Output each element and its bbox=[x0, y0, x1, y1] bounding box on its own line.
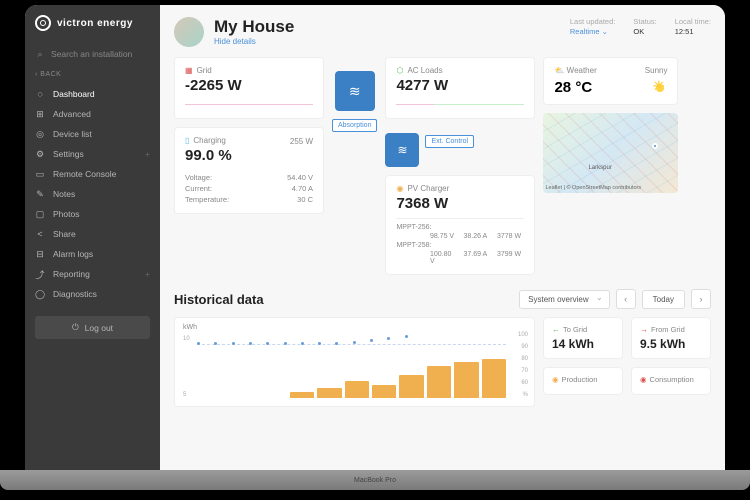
charger-icon[interactable]: ≋ bbox=[385, 133, 419, 167]
map-pin-icon bbox=[652, 143, 658, 149]
location-map[interactable]: Larkspur Leaflet | © OpenStreetMap contr… bbox=[543, 113, 678, 193]
sidebar-item-diagnostics[interactable]: ◯Diagnostics bbox=[25, 284, 160, 304]
weather-card[interactable]: ⛅ Weather Sunny 28 °C bbox=[543, 57, 678, 105]
sidebar-item-remote-console[interactable]: ▭Remote Console bbox=[25, 164, 160, 184]
sidebar-item-device-list[interactable]: ◎Device list bbox=[25, 124, 160, 144]
sun-icon bbox=[653, 81, 667, 95]
production-card[interactable]: ◉Production bbox=[543, 367, 623, 395]
search-icon: ⌕ bbox=[35, 49, 45, 59]
chart-bars bbox=[290, 348, 506, 398]
mppt-table: MPPT-256: 98.75 V38.26 A3778 W MPPT-258:… bbox=[396, 218, 524, 266]
chart-yaxis2: 10090807060% bbox=[510, 332, 528, 398]
sidebar-item-reporting[interactable]: ⤴Reporting+ bbox=[25, 264, 160, 284]
sidebar-item-settings[interactable]: ⚙Settings+ bbox=[25, 144, 160, 164]
weather-label: ⛅ Weather bbox=[554, 66, 596, 75]
to-grid-value: 14 kWh bbox=[552, 337, 614, 351]
photos-icon: ▢ bbox=[35, 209, 45, 219]
charging-card[interactable]: ▯Charging 255 W 99.0 % Voltage:54.40 V C… bbox=[174, 127, 324, 214]
weather-temp: 28 °C bbox=[554, 79, 592, 96]
charging-stats: Voltage:54.40 V Current:4.70 A Temperatu… bbox=[185, 172, 313, 205]
laptop-base: MacBook Pro bbox=[0, 470, 750, 490]
share-icon: < bbox=[35, 229, 45, 239]
ac-loads-card[interactable]: ⬡AC Loads 4277 W bbox=[385, 57, 535, 119]
ac-loads-value: 4277 W bbox=[396, 77, 524, 94]
grid-icon: ▦ bbox=[185, 66, 193, 75]
sidebar-item-share[interactable]: <Share bbox=[25, 224, 160, 244]
chart-line-series bbox=[197, 342, 413, 346]
chart-ylabel: kWh bbox=[183, 324, 197, 331]
installation-avatar[interactable] bbox=[174, 17, 204, 47]
last-updated-value: Realtime ⌄ bbox=[570, 27, 615, 36]
logout-button[interactable]: ⏻Log out bbox=[35, 316, 150, 339]
next-button[interactable]: › bbox=[691, 289, 711, 309]
pv-charger-card[interactable]: ◉PV Charger 7368 W MPPT-256: 98.75 V38.2… bbox=[385, 175, 535, 275]
map-attribution: Leaflet | © OpenStreetMap contributors bbox=[545, 185, 676, 191]
to-grid-card[interactable]: ←To Grid 14 kWh bbox=[543, 317, 623, 359]
sidebar-item-advanced[interactable]: ⊞Advanced bbox=[25, 104, 160, 124]
header-meta: Last updated:Realtime ⌄ Status:OK Local … bbox=[570, 17, 711, 36]
grid-value: -2265 W bbox=[185, 77, 313, 94]
ext-control-badge: Ext. Control bbox=[425, 135, 474, 148]
local-time-value: 12:51 bbox=[675, 27, 711, 36]
historical-title: Historical data bbox=[174, 292, 264, 307]
console-icon: ▭ bbox=[35, 169, 45, 179]
back-link[interactable]: ‹ BACK bbox=[25, 65, 160, 84]
consumption-icon: ◉ bbox=[640, 375, 647, 384]
ac-sparkline bbox=[396, 98, 524, 110]
advanced-icon: ⊞ bbox=[35, 109, 45, 119]
sidebar-item-notes[interactable]: ✎Notes bbox=[25, 184, 160, 204]
battery-icon: ▯ bbox=[185, 136, 189, 145]
arrow-left-icon: ← bbox=[552, 325, 560, 334]
main-content: My House Hide details Last updated:Realt… bbox=[160, 5, 725, 470]
diagnostics-icon: ◯ bbox=[35, 289, 45, 299]
history-chart[interactable]: kWh 105 10090807060% bbox=[174, 317, 535, 407]
brand-text: victron energy bbox=[57, 18, 133, 29]
expand-icon: + bbox=[145, 269, 150, 279]
settings-icon: ⚙ bbox=[35, 149, 45, 159]
pv-icon: ◉ bbox=[396, 184, 403, 193]
from-grid-card[interactable]: →From Grid 9.5 kWh bbox=[631, 317, 711, 359]
inverter-icon[interactable]: ≋ bbox=[335, 71, 375, 111]
search-placeholder: Search an installation bbox=[51, 49, 132, 59]
today-button[interactable]: Today bbox=[642, 290, 685, 309]
weather-icon: ⛅ bbox=[554, 66, 566, 75]
pv-value: 7368 W bbox=[396, 195, 524, 212]
hide-details-link[interactable]: Hide details bbox=[214, 37, 560, 46]
logout-icon: ⏻ bbox=[72, 322, 79, 333]
ac-loads-icon: ⬡ bbox=[396, 66, 403, 75]
weather-condition: Sunny bbox=[645, 66, 668, 75]
arrow-right-icon: → bbox=[640, 325, 648, 334]
production-icon: ◉ bbox=[552, 375, 559, 384]
expand-icon: + bbox=[145, 149, 150, 159]
status-value: OK bbox=[633, 27, 656, 36]
reporting-icon: ⤴ bbox=[35, 269, 45, 279]
page-title: My House bbox=[214, 17, 560, 37]
sidebar: victron energy ⌕ Search an installation … bbox=[25, 5, 160, 470]
map-city-label: Larkspur bbox=[588, 165, 611, 171]
page-header: My House Hide details Last updated:Realt… bbox=[174, 17, 711, 47]
historical-section: Historical data System overview ‹ Today … bbox=[174, 289, 711, 407]
consumption-card[interactable]: ◉Consumption bbox=[631, 367, 711, 395]
chart-yaxis: 105 bbox=[183, 336, 195, 398]
from-grid-value: 9.5 kWh bbox=[640, 337, 702, 351]
charging-percent: 99.0 % bbox=[185, 147, 313, 164]
search-input[interactable]: ⌕ Search an installation bbox=[25, 43, 160, 65]
view-select[interactable]: System overview bbox=[519, 290, 609, 309]
notes-icon: ✎ bbox=[35, 189, 45, 199]
brand: victron energy bbox=[25, 15, 160, 43]
device-list-icon: ◎ bbox=[35, 129, 45, 139]
sidebar-item-photos[interactable]: ▢Photos bbox=[25, 204, 160, 224]
alarm-icon: ⊟ bbox=[35, 249, 45, 259]
dashboard-icon: ◌ bbox=[35, 89, 45, 99]
sidebar-item-alarm-logs[interactable]: ⊟Alarm logs bbox=[25, 244, 160, 264]
brand-logo-icon bbox=[35, 15, 51, 31]
grid-sparkline bbox=[185, 98, 313, 110]
prev-button[interactable]: ‹ bbox=[616, 289, 636, 309]
sidebar-item-dashboard[interactable]: ◌Dashboard bbox=[25, 84, 160, 104]
grid-card[interactable]: ▦Grid -2265 W bbox=[174, 57, 324, 119]
charging-watts: 255 W bbox=[290, 137, 313, 146]
absorption-badge: Absorption bbox=[332, 119, 377, 132]
